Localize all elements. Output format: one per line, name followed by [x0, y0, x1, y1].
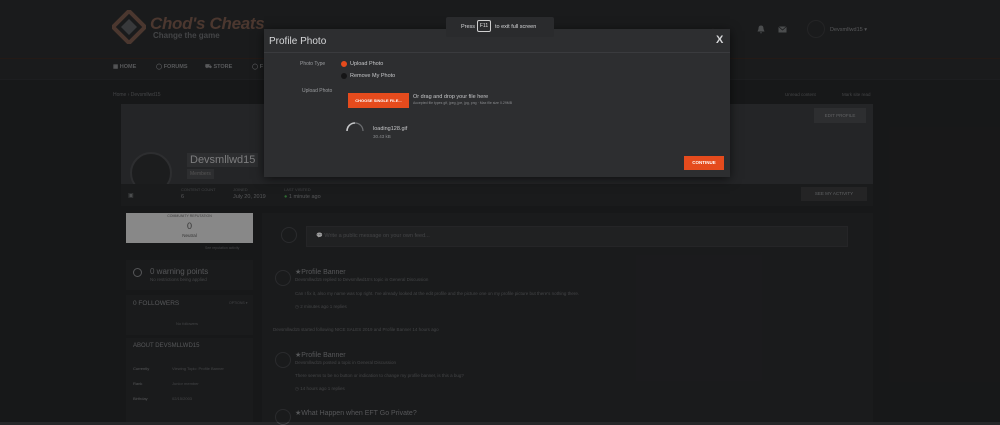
accepted-types: Accepted file types gif, jpeg, jpe, jpg,…: [413, 101, 513, 105]
tooltip-text: to exit full screen: [495, 24, 537, 30]
loading-spinner-icon: [346, 122, 364, 132]
divider: [264, 52, 730, 53]
remove-photo-label[interactable]: Remove My Photo: [350, 73, 395, 79]
remove-photo-radio[interactable]: [341, 73, 347, 79]
uploaded-file-name: loading128.gif: [373, 126, 408, 132]
choose-file-button[interactable]: CHOOSE SINGLE FILE...: [348, 93, 409, 108]
upload-photo-label[interactable]: Upload Photo: [350, 61, 383, 67]
upload-photo-radio[interactable]: [341, 61, 347, 67]
continue-button[interactable]: CONTINUE: [684, 156, 724, 170]
upload-photo-field-label: Upload Photo: [302, 88, 333, 94]
photo-type-label: Photo Type: [300, 61, 326, 67]
tooltip-text: Press: [461, 24, 476, 30]
drop-zone-text[interactable]: Or drag and drop your file here: [413, 94, 488, 100]
modal-title: Profile Photo: [269, 36, 327, 47]
f11-key: F11: [477, 20, 491, 32]
uploaded-file-size: 30.43 kB: [373, 134, 391, 139]
close-icon[interactable]: X: [716, 34, 723, 46]
